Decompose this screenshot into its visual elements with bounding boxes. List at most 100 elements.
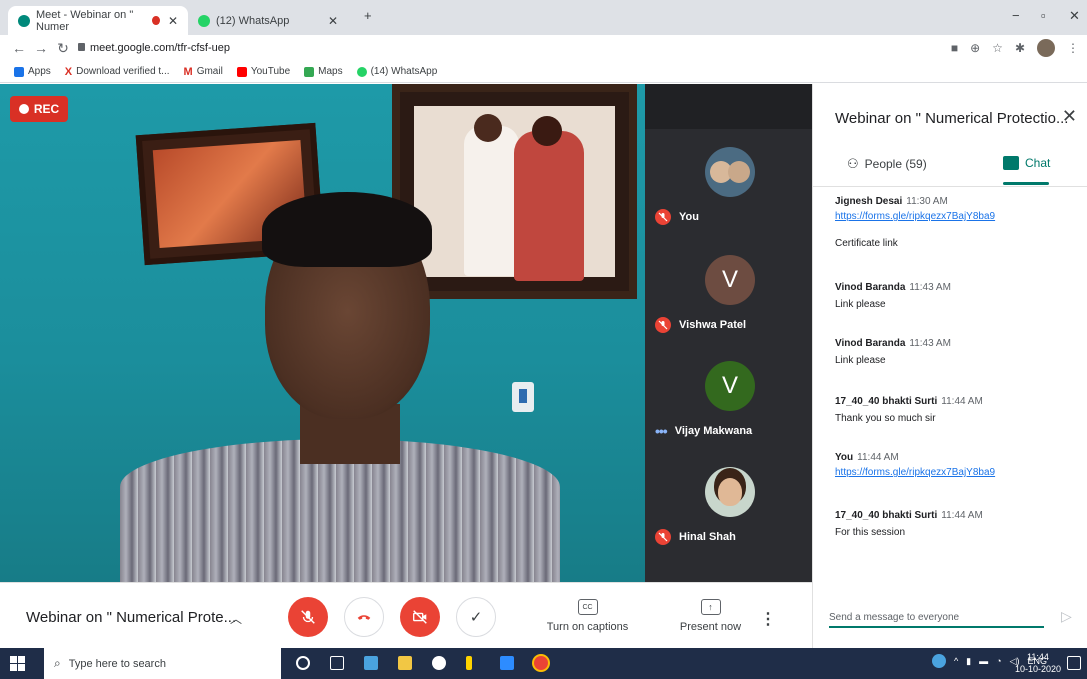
bookmark-maps[interactable]: Maps — [304, 66, 343, 77]
help-icon[interactable] — [931, 654, 946, 668]
reload-icon[interactable]: ↻ — [52, 40, 74, 57]
dropbox-icon[interactable] — [432, 656, 446, 670]
zoom-icon[interactable]: ⊕ — [970, 41, 980, 55]
bookmark-download[interactable]: X Download verified t... — [65, 66, 170, 78]
profile-avatar[interactable] — [1037, 39, 1055, 57]
wifi-icon[interactable]: ◔ — [996, 656, 1001, 666]
wall-photo-frame — [392, 84, 637, 299]
bookmark-apps[interactable]: Apps — [14, 66, 51, 77]
present-now-button[interactable]: ↑ Present now — [668, 599, 753, 633]
forward-icon[interactable]: → — [30, 40, 52, 56]
bookmark-whatsapp[interactable]: (14) WhatsApp — [356, 66, 437, 77]
mic-off-icon — [655, 317, 671, 333]
notifications-icon[interactable] — [1067, 656, 1081, 670]
menu-kebab-icon[interactable]: ⋮ — [1067, 41, 1079, 55]
tab-people[interactable]: ⚇ People (59) — [847, 156, 927, 172]
back-icon[interactable]: ← — [8, 40, 30, 56]
chat-link[interactable]: https://forms.gle/ripkqezx7BajY8ba9 — [835, 467, 995, 478]
tab-whatsapp[interactable]: (12) WhatsApp ✕ — [188, 6, 348, 35]
send-icon[interactable]: ▷ — [1061, 608, 1072, 625]
cortana-icon[interactable] — [296, 656, 310, 670]
address-bar-actions: ■ ⊕ ☆ ✱ ⋮ — [951, 39, 1079, 57]
url-input[interactable]: meet.google.com/tfr-cfsf-uep — [90, 42, 230, 54]
record-dot-icon — [18, 104, 29, 114]
close-tab-icon[interactable]: ✕ — [328, 14, 338, 28]
chevron-up-icon[interactable]: ^ — [954, 656, 958, 666]
file-explorer-icon[interactable] — [398, 656, 412, 670]
chat-message: 17_40_40 bhakti Surti 11:44 AM For this s… — [835, 510, 983, 538]
chat-icon — [1003, 156, 1019, 170]
close-panel-icon[interactable]: ✕ — [1062, 106, 1077, 127]
meet-favicon-icon — [18, 14, 30, 27]
chat-message-input[interactable]: Send a message to everyone — [829, 612, 1044, 628]
avatar: V — [705, 361, 755, 411]
leave-call-button[interactable] — [344, 597, 384, 637]
camera-toggle-button[interactable] — [400, 597, 440, 637]
bookmark-gmail[interactable]: M Gmail — [184, 66, 223, 78]
window-close-icon[interactable]: ✕ — [1069, 8, 1080, 24]
task-view-icon[interactable] — [330, 656, 344, 670]
battery-icon[interactable]: ▬ — [979, 656, 988, 666]
participant-tile-vijay[interactable]: V ••• Vijay Makwana — [645, 343, 812, 453]
tab-meet[interactable]: Meet - Webinar on " Numer ✕ — [8, 6, 188, 35]
chat-message: Jignesh Desai 11:30 AM https://forms.gle/… — [835, 196, 996, 249]
youtube-icon — [236, 66, 247, 77]
camera-off-icon — [413, 610, 427, 624]
close-tab-icon[interactable]: ✕ — [168, 14, 178, 28]
participant-name: Vishwa Patel — [655, 317, 746, 333]
maps-icon — [304, 66, 315, 77]
winamp-icon[interactable] — [466, 656, 472, 670]
bookmark-star-icon[interactable]: ☆ — [992, 41, 1003, 55]
active-tab-indicator — [1003, 182, 1049, 185]
panel-title: Webinar on " Numerical Protectio... — [835, 110, 1069, 127]
camera-icon[interactable]: ■ — [951, 41, 958, 55]
present-icon: ↑ — [700, 599, 721, 615]
speaking-indicator-icon: ••• — [655, 423, 668, 439]
participant-tile-vishwa[interactable]: V Vishwa Patel — [645, 237, 812, 347]
captions-button[interactable]: CC Turn on captions — [540, 599, 635, 633]
participant-name: You — [655, 209, 699, 225]
windows-taskbar: ⌕ Type here to search ^ ▮ ▬ ◔ ◁) ENG 11:… — [0, 648, 1087, 679]
tab-chat[interactable]: Chat — [1003, 156, 1050, 170]
chat-message: 17_40_40 bhakti Surti 11:44 AM Thank you … — [835, 396, 983, 424]
new-tab-button[interactable]: + — [364, 8, 372, 23]
chat-message: Vinod Baranda 11:43 AM Link please — [835, 338, 951, 366]
more-options-icon[interactable]: ⋮ — [760, 609, 776, 629]
tab-title: (12) WhatsApp — [216, 14, 290, 27]
phone-hangup-icon — [357, 615, 371, 620]
bookmarks-bar: Apps X Download verified t... M Gmail YouT… — [0, 61, 1087, 83]
taskbar-search-input[interactable]: ⌕ Type here to search — [44, 648, 281, 679]
meeting-title[interactable]: Webinar on " Numerical Prote... — [26, 609, 236, 626]
captions-icon: CC — [577, 599, 598, 615]
whatsapp-icon — [356, 66, 367, 77]
gmail-icon: M — [183, 65, 193, 78]
tab-title: Meet - Webinar on " Numer — [36, 8, 134, 33]
extensions-icon[interactable]: ✱ — [1015, 41, 1025, 55]
chat-message: Vinod Baranda 11:43 AM Link please — [835, 282, 951, 310]
mic-toggle-button[interactable] — [288, 597, 328, 637]
chrome-icon[interactable] — [534, 656, 548, 670]
zoom-app-icon[interactable] — [500, 656, 514, 670]
taskbar-clock[interactable]: 11:44 10-10-2020 — [1015, 651, 1061, 675]
minimize-icon[interactable]: − — [1012, 8, 1020, 23]
side-panel: Webinar on " Numerical Protectio... ✕ ⚇ … — [812, 84, 1087, 648]
check-button[interactable]: ✓ — [456, 597, 496, 637]
participant-name: Hinal Shah — [655, 529, 736, 545]
x-logo-icon: X — [64, 65, 73, 78]
avatar — [705, 467, 755, 517]
participant-tile-you[interactable]: You — [645, 129, 812, 239]
wall-switch — [512, 382, 534, 412]
participant-tile-hinal[interactable]: Hinal Shah — [645, 449, 812, 559]
usb-icon[interactable]: ▮ — [966, 656, 971, 667]
bookmark-youtube[interactable]: YouTube — [236, 66, 290, 77]
checkmark-icon: ✓ — [469, 609, 483, 626]
maximize-icon[interactable]: ▫ — [1041, 8, 1046, 23]
mic-off-icon — [655, 209, 671, 225]
participant-strip: You V Vishwa Patel V ••• Vijay Makwana H… — [645, 129, 812, 582]
chat-link[interactable]: https://forms.gle/ripkqezx7BajY8ba9 — [835, 211, 995, 222]
windows-start-icon[interactable] — [10, 656, 25, 671]
chevron-up-icon[interactable]: ︿ — [230, 610, 242, 627]
mail-icon[interactable] — [364, 656, 378, 670]
address-bar: ← → ↻ meet.google.com/tfr-cfsf-uep ■ ⊕ ☆… — [0, 35, 1087, 61]
recording-badge: REC — [10, 96, 68, 122]
